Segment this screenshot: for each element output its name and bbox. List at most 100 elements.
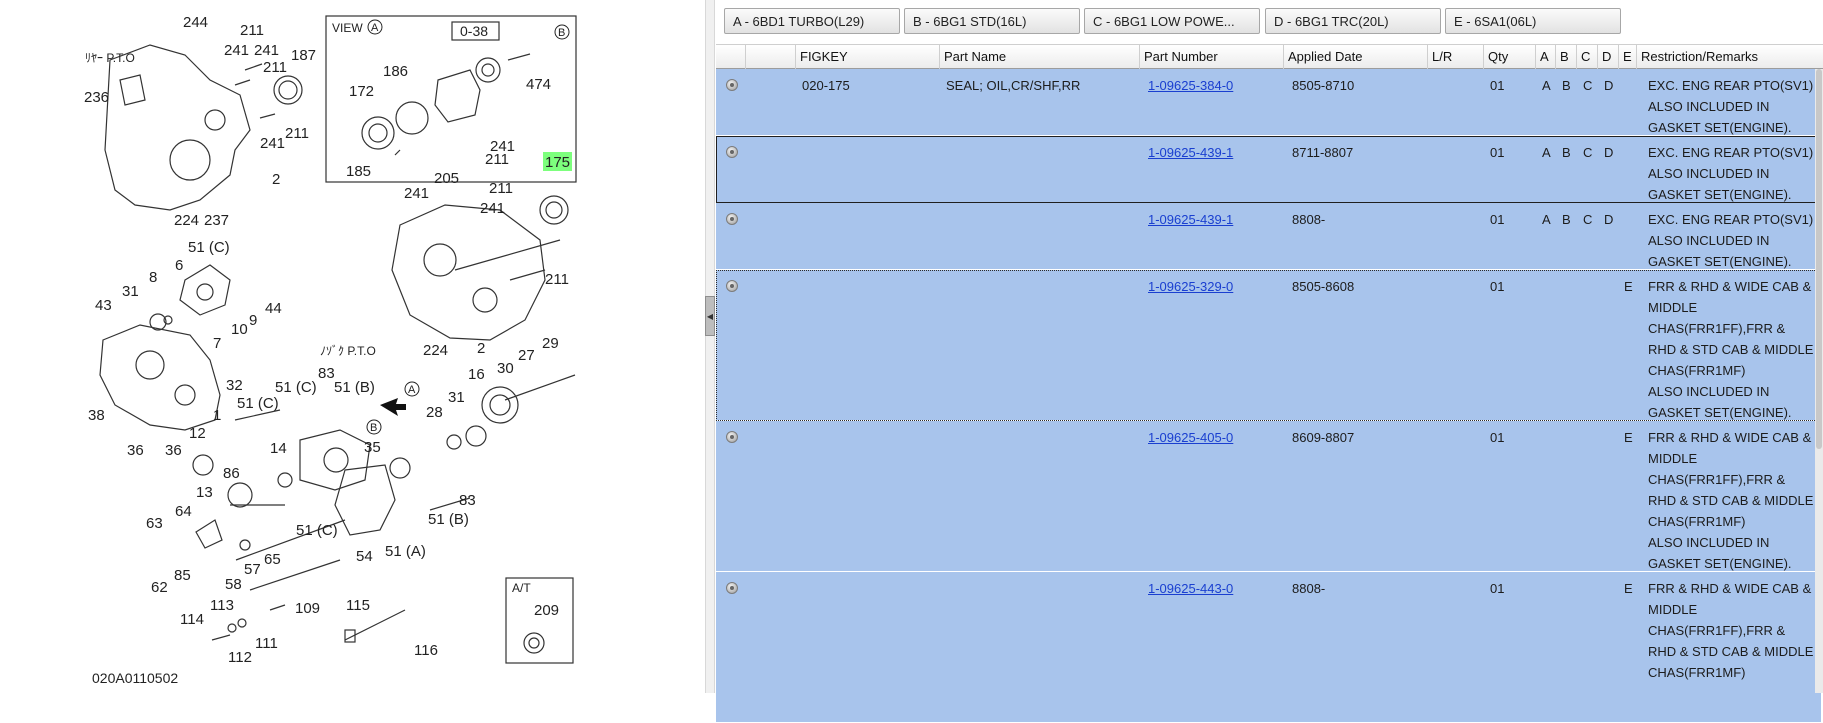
callout-number: 211 [240, 22, 264, 39]
cell-qty: 01 [1490, 78, 1505, 93]
engine-tab-c[interactable]: C - 6BG1 LOW POWE... [1084, 8, 1260, 34]
remark-line: GASKET SET(ENGINE). [1648, 556, 1792, 571]
callout-number: 28 [426, 404, 443, 421]
callout-number: 205 [434, 170, 459, 187]
header-lr[interactable]: L/R [1428, 45, 1484, 69]
remark-line: ALSO INCLUDED IN [1648, 233, 1770, 248]
cell-applied-date: 8505-8608 [1292, 279, 1355, 294]
callout-number: 29 [542, 335, 559, 352]
header-part-number[interactable]: Part Number [1140, 45, 1284, 69]
callout-number: 113 [210, 597, 234, 614]
remark-line: RHD & STD CAB & MIDDLE [1648, 342, 1814, 357]
callout-number: 36 [127, 442, 144, 459]
callout-number: 109 [295, 600, 320, 617]
callout-number: 31 [122, 283, 139, 300]
callout-number: 224 [174, 212, 199, 229]
cell-part-number-link[interactable]: 1-09625-405-0 [1148, 427, 1233, 448]
cell-a: A [1542, 78, 1551, 93]
circle-expand-icon[interactable] [726, 582, 738, 594]
callout-number: 51 (C) [275, 379, 317, 396]
vertical-scrollbar[interactable] [1815, 69, 1823, 693]
callout-number: 51 (C) [188, 239, 230, 256]
header-e[interactable]: E [1619, 45, 1637, 69]
callout-number: 51 (B) [428, 511, 469, 528]
table-row[interactable]: 1-09625-443-0 8808- 01 E FRR & RHD & WID… [716, 572, 1821, 723]
table-row[interactable]: 020-175 SEAL; OIL,CR/SHF,RR 1-09625-384-… [716, 69, 1821, 136]
callout-number: 241 [480, 200, 505, 217]
cell-part-number-link[interactable]: 1-09625-443-0 [1148, 578, 1233, 599]
header-a[interactable]: A [1536, 45, 1556, 69]
callout-number: 2 [272, 171, 280, 188]
callout-number: 51 (B) [334, 379, 375, 396]
splitter-bar[interactable] [705, 0, 715, 693]
callout-number: 1 [213, 407, 221, 424]
callout-number: 51 (C) [237, 395, 279, 412]
header-part-name[interactable]: Part Name [940, 45, 1140, 69]
remark-line: CHAS(FRR1FF),FRR & [1648, 623, 1786, 638]
header-d[interactable]: D [1598, 45, 1619, 69]
table-body: 020-175 SEAL; OIL,CR/SHF,RR 1-09625-384-… [716, 69, 1823, 723]
header-expand-col [716, 45, 746, 69]
callout-number: 63 [146, 515, 163, 532]
circle-expand-icon[interactable] [726, 280, 738, 292]
callout-number: 14 [270, 440, 287, 457]
remark-line: RHD & STD CAB & MIDDLE [1648, 493, 1814, 508]
callout-number: 112 [228, 649, 252, 666]
table-row-selected[interactable]: 1-09625-439-1 8711-8807 01 A B C D EXC. … [716, 136, 1821, 203]
header-figkey[interactable]: FIGKEY [796, 45, 940, 69]
cell-applied-date: 8609-8807 [1292, 430, 1355, 445]
remark-line: CHAS(FRR1MF) [1648, 665, 1746, 680]
engine-tab-e[interactable]: E - 6SA1(06L) [1445, 8, 1621, 34]
collapse-panel-button[interactable]: ◀ [705, 296, 715, 336]
rear-pto-top-label: ﾘﾔｰ P.T.O [85, 51, 135, 65]
cell-d: D [1604, 145, 1614, 160]
cell-part-number-link[interactable]: 1-09625-439-1 [1148, 142, 1233, 163]
remark-line: MIDDLE [1648, 602, 1698, 617]
callout-number: 114 [180, 611, 204, 628]
remark-line: MIDDLE [1648, 300, 1698, 315]
callout-number: 209 [534, 602, 559, 619]
callout-number: 13 [196, 484, 213, 501]
callout-number: 224 [423, 342, 448, 359]
callout-number: 241 [224, 42, 249, 59]
engine-tab-b[interactable]: B - 6BG1 STD(16L) [904, 8, 1080, 34]
header-b[interactable]: B [1556, 45, 1577, 69]
parts-diagram[interactable]: 244 211 241 241 187 211 236 211 241 2 224 237 51 (C)… [0, 0, 705, 693]
circle-expand-icon[interactable] [726, 213, 738, 225]
engine-tab-a[interactable]: A - 6BD1 TURBO(L29) [724, 8, 900, 34]
remark-line: FRR & RHD & WIDE CAB & [1648, 581, 1812, 596]
remark-line: FRR & RHD & WIDE CAB & [1648, 430, 1812, 445]
circle-expand-icon[interactable] [726, 146, 738, 158]
remark-line: ALSO INCLUDED IN [1648, 166, 1770, 181]
callout-number: 86 [223, 465, 240, 482]
callout-number: 65 [264, 551, 281, 568]
view-a-label: VIEW [332, 21, 363, 35]
table-row[interactable]: 1-09625-439-1 8808- 01 A B C D EXC. ENG … [716, 203, 1821, 270]
header-remarks[interactable]: Restriction/Remarks [1637, 45, 1823, 69]
view-b-circle-letter: B [558, 27, 565, 39]
view-a-circle-letter: A [371, 22, 379, 34]
remark-line: GASKET SET(ENGINE). [1648, 405, 1792, 420]
remark-line: EXC. ENG REAR PTO(SV1) [1648, 212, 1814, 227]
table-row-focused[interactable]: 1-09625-329-0 8505-8608 01 E FRR & RHD &… [716, 270, 1821, 421]
engine-tab-d[interactable]: D - 6BG1 TRC(20L) [1265, 8, 1441, 34]
callout-number: 85 [174, 567, 191, 584]
header-qty[interactable]: Qty [1484, 45, 1536, 69]
table-row[interactable]: 1-09625-405-0 8609-8807 01 E FRR & RHD &… [716, 421, 1821, 572]
callout-number: 36 [165, 442, 182, 459]
cell-part-number-link[interactable]: 1-09625-439-1 [1148, 209, 1233, 230]
circle-expand-icon[interactable] [726, 431, 738, 443]
header-c[interactable]: C [1577, 45, 1598, 69]
cell-part-number-link[interactable]: 1-09625-384-0 [1148, 75, 1233, 96]
callout-number: 172 [349, 83, 374, 100]
left-triangle-icon: ◀ [706, 311, 714, 321]
cell-a: A [1542, 212, 1551, 227]
callout-number: 211 [489, 180, 513, 197]
scrollbar-thumb[interactable] [1816, 69, 1822, 449]
callout-number: 236 [84, 89, 109, 106]
circle-expand-icon[interactable] [726, 79, 738, 91]
remark-line: ALSO INCLUDED IN [1648, 535, 1770, 550]
header-applied-date[interactable]: Applied Date [1284, 45, 1428, 69]
cell-part-number-link[interactable]: 1-09625-329-0 [1148, 276, 1233, 297]
callout-number: 44 [265, 300, 282, 317]
